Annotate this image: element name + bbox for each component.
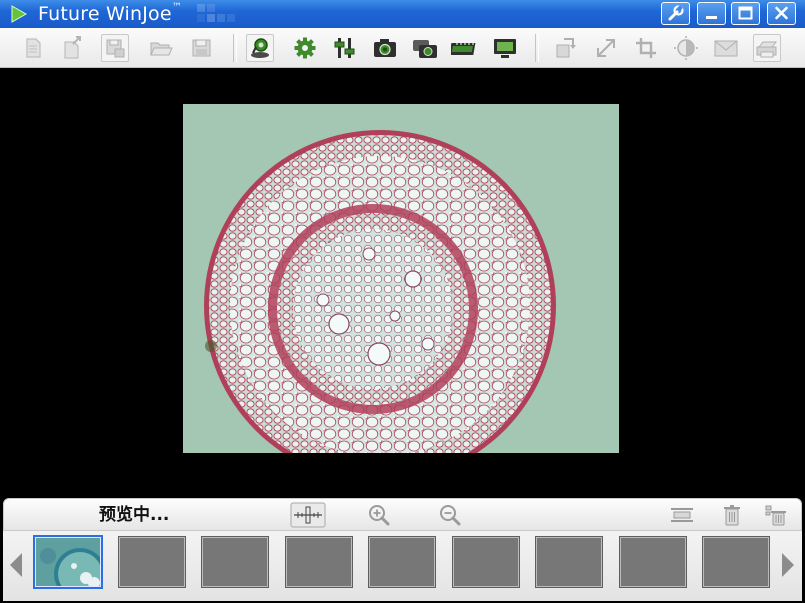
thumbnail-1[interactable] [33,535,103,589]
delete-icon[interactable] [719,503,745,527]
microscope-specimen-image [183,104,619,453]
zoom-in-icon[interactable] [366,503,392,527]
scroll-left-arrow-icon[interactable] [9,552,23,578]
export-file-icon [64,36,81,59]
display-monitor-icon [494,39,516,58]
crop-icon [636,38,656,58]
thumbnail-6[interactable] [452,536,520,588]
play-logo-icon [11,5,28,23]
minimize-icon [706,16,717,19]
export-file-button[interactable] [59,34,87,62]
close-button[interactable] [767,2,796,25]
record-video-icon [451,43,476,55]
thumbnail-5[interactable] [368,536,436,588]
settings-wrench-icon [668,5,684,21]
app-window: Future WinJoe™ 预览中... [0,0,805,603]
print-button[interactable] [753,34,781,62]
record-video-button[interactable] [451,34,479,62]
camera-preview-button[interactable] [246,34,274,62]
email-icon [714,40,738,57]
toolbar [0,28,805,68]
save-icon [192,39,211,57]
save-as-button[interactable] [101,34,129,62]
new-file-button[interactable] [19,34,47,62]
zoom-out-icon[interactable] [437,503,463,527]
crop-button[interactable] [632,34,660,62]
specimen-thumbnail-image [36,538,100,586]
save-as-icon [106,39,125,58]
burst-capture-button[interactable] [411,34,439,62]
settings-button[interactable] [661,2,690,25]
thumbnail-8[interactable] [619,536,687,588]
thumbnail-4[interactable] [285,536,353,588]
email-button[interactable] [712,34,740,62]
burst-capture-icon [413,40,437,58]
thumbnail-3[interactable] [201,536,269,588]
resize-icon [597,39,615,57]
toolbar-separator [233,34,237,62]
sliders-icon [334,38,355,58]
maximize-button[interactable] [731,2,760,25]
open-folder-button[interactable] [147,34,175,62]
rotate-icon [556,38,576,58]
gear-icon [294,37,316,59]
brightness-icon [674,36,698,60]
new-file-icon [26,38,41,58]
title-decoration [197,4,235,22]
save-button[interactable] [188,34,216,62]
capture-photo-icon [374,39,396,57]
thumbnail-2[interactable] [118,536,186,588]
preview-area[interactable] [0,68,805,498]
brightness-button[interactable] [672,34,700,62]
thumbnail-9[interactable] [702,536,770,588]
adjust-sliders-button[interactable] [331,34,359,62]
window-title: Future WinJoe™ [38,2,182,26]
toolbar-separator [535,34,539,62]
thumbnail-strip [3,531,802,601]
minimize-button[interactable] [697,2,726,25]
print-icon [756,41,778,58]
open-folder-icon [150,42,173,56]
capture-photo-button[interactable] [371,34,399,62]
fit-width-icon[interactable] [669,503,695,527]
status-text: 预览中... [99,505,170,525]
camera-preview-icon [251,38,269,58]
scroll-right-arrow-icon[interactable] [781,552,795,578]
delete-all-icon[interactable] [763,503,789,527]
status-bar: 预览中... [3,498,802,531]
display-monitor-button[interactable] [491,34,519,62]
title-bar[interactable]: Future WinJoe™ [0,0,805,28]
settings-gear-button[interactable] [291,34,319,62]
resize-button[interactable] [592,34,620,62]
rotate-button[interactable] [552,34,580,62]
close-icon [775,6,788,20]
measure-ruler-icon[interactable] [290,502,326,528]
maximize-icon [738,6,753,20]
thumbnail-7[interactable] [535,536,603,588]
